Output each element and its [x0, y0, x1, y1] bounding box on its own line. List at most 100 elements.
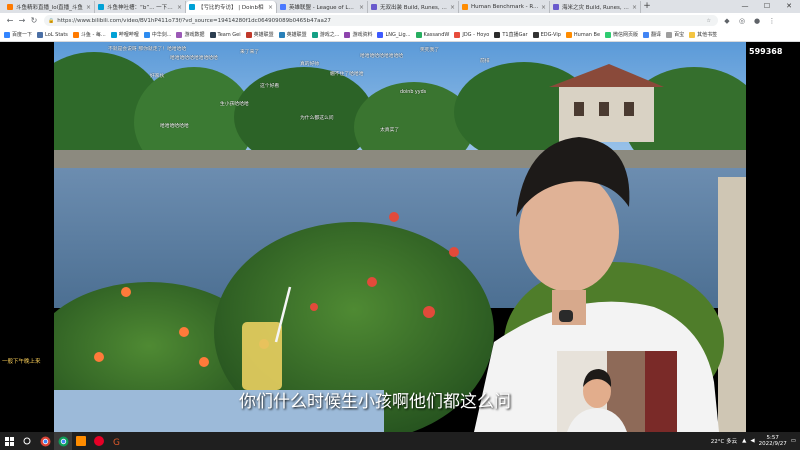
tab-favicon-icon — [371, 4, 377, 10]
bookmark-item[interactable]: 百度一下 — [4, 31, 32, 38]
bookmark-item[interactable]: 哔哩哔哩 — [110, 31, 139, 38]
reload-icon[interactable]: ↻ — [28, 15, 40, 27]
address-bar[interactable]: 🔒 https://www.bilibili.com/video/BV1hP41… — [44, 15, 718, 26]
bookmark-item[interactable]: KassandW — [415, 31, 450, 38]
netease-music-icon[interactable] — [90, 432, 108, 450]
back-icon[interactable]: ← — [4, 15, 16, 27]
star-icon[interactable]: ☆ — [707, 18, 711, 24]
bookmark-label: 游戏之... — [319, 32, 340, 38]
bookmark-item[interactable]: EDG-Vip — [532, 31, 561, 38]
address-url[interactable]: https://www.bilibili.com/video/BV1hP411o… — [57, 18, 706, 24]
browser-tab[interactable]: 无双出装 Build, Runes, Co... × — [368, 1, 459, 13]
browser-tab[interactable]: 【亏比的专访】 | Doinb相 × — [186, 1, 277, 13]
bookmark-item[interactable]: 百宝 — [666, 31, 684, 38]
bookmark-item[interactable]: Team Gei — [209, 31, 241, 38]
bookmark-label: 英雄联盟 — [286, 32, 307, 38]
bookmark-favicon-icon — [37, 31, 44, 38]
viewer-count: 599368 — [749, 47, 783, 56]
tab-close-icon[interactable]: × — [450, 4, 455, 11]
app-icon[interactable]: G — [108, 432, 126, 450]
danmaku-comment: 真的好帅 — [300, 62, 320, 67]
tab-label: 海米之灾 Build, Runes, Co... — [562, 5, 630, 11]
bookmark-favicon-icon — [689, 31, 696, 38]
network-icon[interactable]: ▲ — [742, 438, 746, 444]
bookmark-label: Team Gei — [217, 31, 241, 38]
bookmark-item[interactable]: 其他书签 — [689, 31, 717, 38]
bookmark-item[interactable]: 游戏资料 — [344, 31, 372, 38]
chrome-icon[interactable] — [54, 432, 72, 450]
menu-icon[interactable]: ⋮ — [766, 15, 778, 27]
danmaku-comment: 哈哈哈哈哈哈 — [160, 124, 189, 129]
bookmark-item[interactable]: 游戏之... — [311, 31, 340, 38]
tab-label: 斗鱼神吐槽：“b”... 一下小 ... — [107, 5, 175, 11]
close-window-button[interactable]: ✕ — [778, 0, 800, 13]
lock-icon: 🔒 — [48, 17, 55, 24]
danmaku-comment: 这个好看 — [260, 84, 280, 89]
chrome-icon[interactable] — [36, 432, 54, 450]
bookmark-item[interactable]: 斗鱼 - 每... — [72, 31, 106, 38]
tab-close-icon[interactable]: × — [268, 4, 273, 11]
bookmark-item[interactable]: 翻译 — [643, 31, 661, 38]
danmaku-comment: 好家伙 — [150, 74, 165, 79]
extension-icon[interactable]: ◎ — [736, 15, 748, 27]
browser-tab[interactable]: 斗鱼精彩直播_lol直播_斗鱼 × — [4, 1, 95, 13]
minimize-button[interactable]: — — [734, 0, 756, 13]
bookmark-favicon-icon — [494, 31, 501, 38]
tab-favicon-icon — [98, 4, 104, 10]
bookmark-label: Human Be — [573, 31, 601, 38]
bookmark-item[interactable]: LoL Stats — [37, 31, 68, 38]
bookmark-favicon-icon — [415, 31, 422, 38]
browser-tab[interactable]: 斗鱼神吐槽：“b”... 一下小 ... × — [95, 1, 186, 13]
maximize-button[interactable]: ☐ — [756, 0, 778, 13]
danmaku-comment: doinb yyds — [400, 90, 427, 95]
bookmark-item[interactable]: JDG - Hoyo — [454, 31, 490, 38]
bookmark-favicon-icon — [454, 31, 461, 38]
notification-icon[interactable]: ▭ — [791, 438, 796, 444]
tab-favicon-icon — [462, 4, 468, 10]
weather-status[interactable]: 22°C 多云 — [711, 437, 737, 445]
tab-close-icon[interactable]: × — [359, 4, 364, 11]
bookmark-label: JDG - Hoyo — [462, 31, 490, 38]
browser-tab[interactable]: 海米之灾 Build, Runes, Co... × — [550, 1, 641, 13]
tab-label: 斗鱼精彩直播_lol直播_斗鱼 — [16, 5, 83, 11]
bookmark-item[interactable]: Human Be — [565, 31, 601, 38]
windows-start-icon[interactable] — [0, 432, 18, 450]
bookmark-item[interactable]: 英雄联盟 — [245, 31, 274, 38]
bookmark-favicon-icon — [532, 31, 539, 38]
bookmark-favicon-icon — [110, 31, 117, 38]
tab-close-icon[interactable]: × — [541, 4, 546, 11]
app-icon[interactable] — [72, 432, 90, 450]
bookmark-item[interactable]: 游戏数据 — [176, 31, 205, 38]
bookmark-label: 游戏数据 — [184, 32, 205, 38]
video-player[interactable]: 不就是会说呀 那你就走了！哈哈哈哈 哈哈哈哈哈哈哈哈哈哈 来了来了 真的好帅 哈哈哈哈哈… — [0, 42, 800, 432]
extension-icon[interactable]: ◆ — [721, 15, 733, 27]
bookmark-favicon-icon — [344, 31, 351, 38]
bookmark-label: 斗鱼 - 每... — [80, 32, 106, 38]
tab-label: 英雄联盟 - League of Legends — [289, 5, 357, 11]
tab-close-icon[interactable]: × — [632, 4, 637, 11]
new-tab-button[interactable]: + — [641, 1, 653, 13]
bookmark-label: KassandW — [423, 31, 450, 38]
bookmark-item[interactable]: 中华剑... — [143, 31, 172, 38]
volume-icon[interactable]: ◀ — [750, 438, 754, 444]
bookmark-label: 翻译 — [651, 32, 662, 38]
search-icon[interactable] — [18, 432, 36, 450]
browser-tab[interactable]: Human Benchmark - React × — [459, 1, 550, 13]
browser-tab[interactable]: 英雄联盟 - League of Legends× — [277, 1, 368, 13]
browser-tab-strip: 斗鱼精彩直播_lol直播_斗鱼 × 斗鱼神吐槽：“b”... 一下小 ... × 【亏比… — [0, 0, 800, 13]
bookmark-label: 百度一下 — [12, 32, 33, 38]
danmaku-comment: 一般下午晚上来 — [2, 359, 41, 365]
bookmark-item[interactable]: T1直播Gar — [494, 31, 528, 38]
bookmark-item[interactable]: 英雄联盟 — [278, 31, 307, 38]
tab-close-icon[interactable]: × — [86, 4, 91, 11]
bookmark-favicon-icon — [72, 31, 79, 38]
tab-close-icon[interactable]: × — [177, 4, 182, 11]
danmaku-comment: 笑死我了 — [420, 48, 440, 53]
bookmark-item[interactable]: 微信网页版 — [605, 31, 638, 38]
bookmark-item[interactable]: LNG_Lig... — [377, 31, 411, 38]
bookmark-label: 中华剑... — [151, 32, 172, 38]
profile-icon[interactable]: ● — [751, 15, 763, 27]
forward-icon[interactable]: → — [16, 15, 28, 27]
system-clock[interactable]: 5:57 2022/9/27 — [759, 435, 787, 447]
bookmark-favicon-icon — [565, 31, 572, 38]
